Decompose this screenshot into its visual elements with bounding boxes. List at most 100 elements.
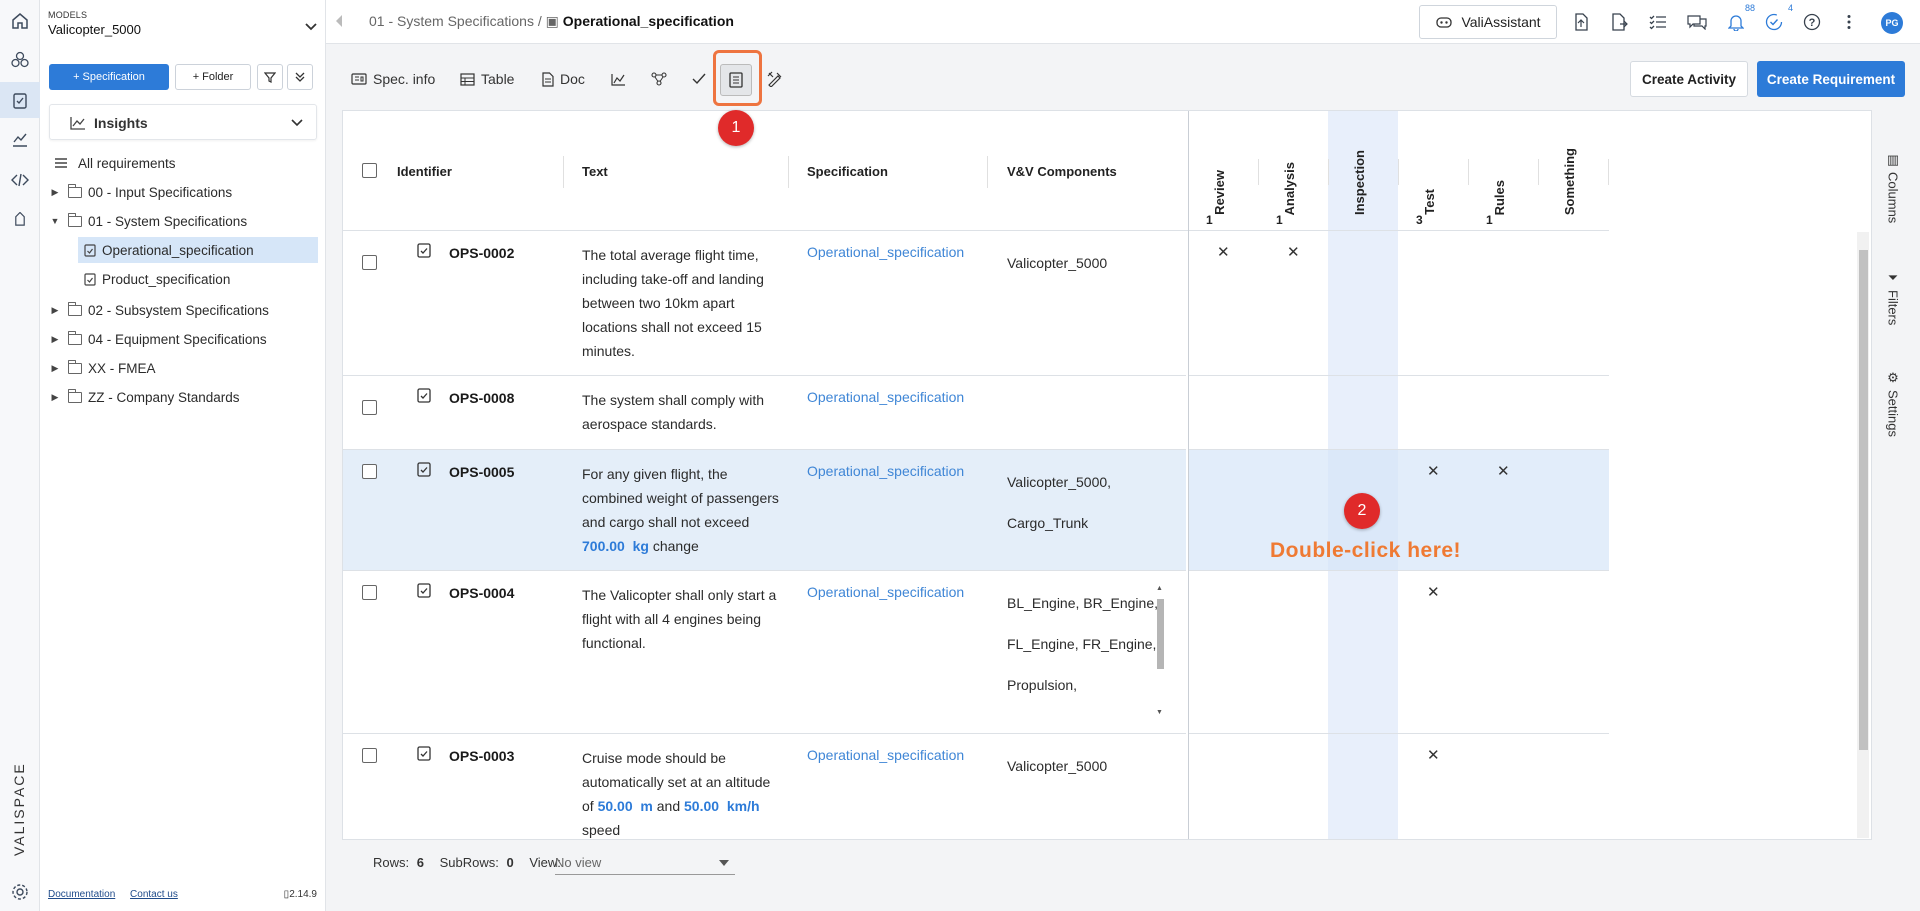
test-mark-icon[interactable]: ✕ <box>1427 746 1440 764</box>
tree-item-folder[interactable]: ▶ 00 - Input Specifications <box>48 179 318 205</box>
more-options-icon[interactable] <box>1838 11 1860 33</box>
specification-link[interactable]: Operational_specification <box>807 747 964 763</box>
value-highlight[interactable]: 50.00 <box>684 798 719 814</box>
requirements-icon[interactable] <box>0 82 40 118</box>
create-activity-button[interactable]: Create Activity <box>1630 61 1748 97</box>
grid-scroll-thumb[interactable] <box>1859 250 1868 750</box>
chart-view-icon[interactable] <box>611 68 626 90</box>
row-checkbox[interactable] <box>362 255 377 270</box>
requirement-text[interactable]: The system shall comply with aerospace s… <box>582 388 782 436</box>
vv-col-analysis[interactable]: Analysis 1 <box>1258 111 1328 231</box>
value-highlight[interactable]: 50.00 <box>598 798 633 814</box>
review-mark-icon[interactable]: ✕ <box>1217 243 1230 261</box>
table-row[interactable]: OPS-0008 The system shall comply with ae… <box>343 376 1186 450</box>
value-highlight[interactable]: 700.00 <box>582 538 625 554</box>
contact-link[interactable]: Contact us <box>130 889 178 900</box>
col-header-identifier[interactable]: Identifier <box>395 111 575 231</box>
table-row[interactable]: OPS-0002 The total average flight time, … <box>343 231 1186 376</box>
specification-link[interactable]: Operational_specification <box>807 244 964 260</box>
code-icon[interactable] <box>8 168 32 192</box>
vv-col-rules[interactable]: Rules 1 <box>1468 111 1538 231</box>
spec-info-button[interactable]: Spec. info <box>351 68 435 90</box>
filter-button[interactable] <box>257 64 283 90</box>
expand-all-button[interactable] <box>287 64 313 90</box>
task-list-icon[interactable] <box>1647 11 1669 33</box>
analytics-icon[interactable] <box>8 127 32 151</box>
expand-caret-icon[interactable]: ▶ <box>48 187 62 198</box>
test-mark-icon[interactable]: ✕ <box>1427 583 1440 601</box>
specification-link[interactable]: Operational_specification <box>807 584 964 600</box>
import-document-icon[interactable] <box>1608 11 1630 33</box>
table-row-selected[interactable]: OPS-0005 For any given flight, the combi… <box>343 450 1186 571</box>
expand-caret-icon[interactable]: ▶ <box>48 363 62 374</box>
components-scrollbar[interactable]: ▲ ▼ <box>1154 585 1166 720</box>
expand-caret-icon[interactable]: ▶ <box>48 305 62 316</box>
requirement-text[interactable]: The Valicopter shall only start a flight… <box>582 583 782 655</box>
chevron-down-icon[interactable] <box>304 20 318 35</box>
tree-item-folder[interactable]: ▶ 02 - Subsystem Specifications <box>48 297 318 323</box>
tree-view-icon[interactable] <box>651 68 667 90</box>
requirement-text[interactable]: For any given flight, the combined weigh… <box>582 462 782 558</box>
table-view-button[interactable]: Table <box>460 68 514 90</box>
test-mark-icon[interactable]: ✕ <box>1427 462 1440 480</box>
tree-item-folder[interactable]: ▶ ZZ - Company Standards <box>48 384 318 410</box>
model-selector[interactable]: MODELS Valicopter_5000 <box>48 10 318 46</box>
collapse-caret-icon[interactable]: ▼ <box>48 216 62 226</box>
tree-item-operational-specification[interactable]: Operational_specification <box>78 237 318 263</box>
insights-dropdown[interactable]: Insights <box>49 104 317 140</box>
row-checkbox[interactable] <box>362 464 377 479</box>
add-folder-button[interactable]: + Folder <box>175 64 251 90</box>
select-all-checkbox[interactable] <box>362 163 377 178</box>
row-checkbox[interactable] <box>362 748 377 763</box>
requirement-text[interactable]: The total average flight time, including… <box>582 243 782 363</box>
requirement-text[interactable]: Cruise mode should be automatically set … <box>582 746 782 839</box>
settings-gear-icon[interactable] <box>8 880 32 904</box>
vv-col-inspection[interactable]: Inspection <box>1328 111 1398 231</box>
requirement-id[interactable]: OPS-0005 <box>449 464 514 480</box>
requirement-id[interactable]: OPS-0002 <box>449 245 514 261</box>
tree-item-product-specification[interactable]: Product_specification <box>78 266 318 292</box>
vv-col-test[interactable]: Test 3 <box>1398 111 1468 231</box>
notifications-bell-icon[interactable]: 88 <box>1725 3 1755 33</box>
view-select[interactable]: No view <box>555 849 735 875</box>
home-icon[interactable] <box>8 9 32 33</box>
tree-item-folder[interactable]: ▶ XX - FMEA <box>48 355 318 381</box>
specification-link[interactable]: Operational_specification <box>807 463 964 479</box>
filters-side-tab[interactable]: ⏷ Filters <box>1878 270 1908 325</box>
scroll-up-icon[interactable]: ▲ <box>1156 585 1163 592</box>
vv-components[interactable]: Valicopter_5000, Cargo_Trunk <box>1007 462 1162 544</box>
user-avatar[interactable]: PG <box>1881 12 1903 34</box>
columns-side-tab[interactable]: ▥ Columns <box>1878 152 1908 223</box>
vv-components[interactable]: Valicopter_5000 <box>1007 243 1162 284</box>
table-row[interactable]: OPS-0004 The Valicopter shall only start… <box>343 571 1186 734</box>
tasks-check-icon[interactable]: 4 <box>1763 3 1793 33</box>
vv-col-review[interactable]: Review 1 <box>1188 111 1258 231</box>
vv-col-something[interactable]: Something <box>1538 111 1608 231</box>
settings-side-tab[interactable]: ⚙ Settings <box>1878 370 1908 437</box>
help-icon[interactable]: ? <box>1801 11 1823 33</box>
row-checkbox[interactable] <box>362 400 377 415</box>
specification-link[interactable]: Operational_specification <box>807 389 964 405</box>
breadcrumb-parent[interactable]: 01 - System Specifications / <box>369 13 542 29</box>
models-icon[interactable] <box>8 48 32 72</box>
scroll-down-icon[interactable]: ▼ <box>1156 709 1163 716</box>
doc-view-button[interactable]: Doc <box>542 68 585 90</box>
row-checkbox[interactable] <box>362 585 377 600</box>
expand-caret-icon[interactable]: ▶ <box>48 392 62 403</box>
tree-item-folder[interactable]: ▶ 04 - Equipment Specifications <box>48 326 318 352</box>
documentation-link[interactable]: Documentation <box>48 889 115 900</box>
vv-components[interactable]: BL_Engine, BR_Engine, FL_Engine, FR_Engin… <box>1007 583 1162 706</box>
rules-mark-icon[interactable]: ✕ <box>1497 462 1510 480</box>
expand-caret-icon[interactable]: ▶ <box>48 334 62 345</box>
analysis-mark-icon[interactable]: ✕ <box>1287 243 1300 261</box>
requirement-id[interactable]: OPS-0004 <box>449 585 514 601</box>
tree-item-all-requirements[interactable]: All requirements <box>48 150 318 176</box>
requirement-id[interactable]: OPS-0008 <box>449 390 514 406</box>
edit-tools-icon[interactable] <box>767 68 783 90</box>
create-requirement-button[interactable]: Create Requirement <box>1757 61 1905 97</box>
add-specification-button[interactable]: + Specification <box>49 64 169 90</box>
comments-icon[interactable] <box>1686 11 1708 33</box>
collapse-sidebar-icon[interactable] <box>334 14 344 31</box>
verification-view-icon[interactable] <box>692 68 706 90</box>
table-row[interactable]: OPS-0003 Cruise mode should be automatic… <box>343 734 1186 839</box>
